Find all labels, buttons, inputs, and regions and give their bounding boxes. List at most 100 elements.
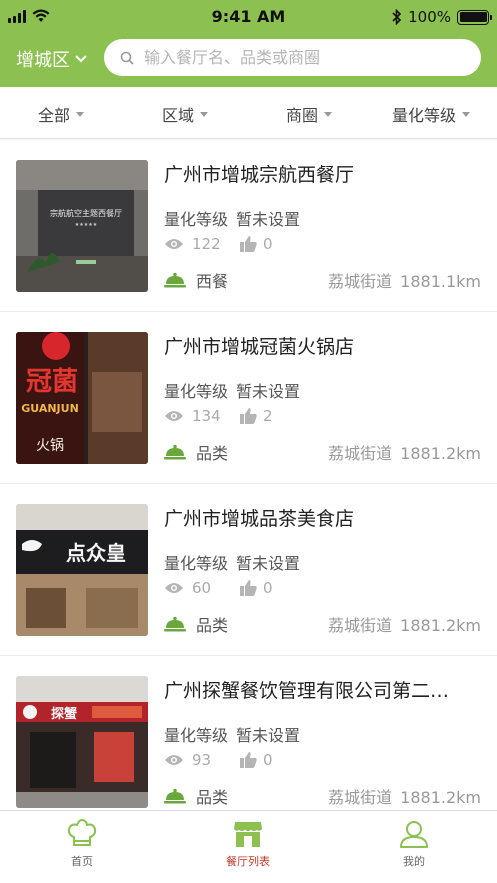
category-label: 品类 [196, 444, 229, 463]
restaurant-name: 广州市增城宗航西餐厅 [164, 164, 355, 186]
grade-value: 暂未设置 [236, 210, 301, 229]
restaurant-photo: 点众皇 [16, 504, 148, 636]
status-bar: 9:41 AM 100% [0, 0, 497, 34]
eye-icon [165, 755, 183, 765]
restaurant-name: 广州市增城冠菌火锅店 [164, 336, 355, 358]
filter-all[interactable]: 全部 [38, 102, 85, 126]
stats-row: 60 0 [164, 579, 273, 597]
filter-label: 区域 [162, 106, 195, 125]
like-count: 0 [263, 579, 273, 597]
dish-cover-icon [164, 272, 186, 288]
search-icon [120, 51, 134, 65]
like-count: 2 [263, 407, 273, 425]
status-right: 100% [392, 8, 492, 26]
tab-label: 首页 [71, 855, 93, 868]
location-row: 荔城街道 1881.2km [328, 612, 481, 636]
tab-bar: 首页 餐厅列表 我的 [0, 810, 497, 883]
filter-label: 全部 [38, 106, 71, 125]
photo-sign-text: 探蟹 [51, 706, 77, 722]
dish-cover-icon [164, 444, 186, 460]
category-row: 西餐 [164, 268, 228, 292]
dish-cover-icon [164, 788, 186, 804]
storefront-icon [234, 822, 262, 847]
tab-profile[interactable]: 我的 [354, 819, 474, 869]
tab-label: 餐厅列表 [226, 855, 270, 868]
category-row: 品类 [164, 612, 228, 636]
battery-icon [457, 9, 492, 25]
chef-hat-icon [67, 819, 97, 846]
caret-down-icon [76, 111, 85, 117]
photo-sign-text: 冠菌 [26, 367, 78, 397]
battery-percent: 100% [408, 8, 451, 26]
stats-row: 122 0 [164, 235, 273, 253]
list-item[interactable]: 点众皇 广州市增城品茶美食店 量化等级 暂未设置 60 0 品类 荔城街道 1881… [0, 484, 497, 656]
tab-label: 我的 [403, 855, 425, 868]
category-row: 品类 [164, 440, 228, 464]
grade-value: 暂未设置 [236, 554, 301, 573]
filter-bar: 全部 区域 商圈 量化等级 [0, 87, 497, 139]
grade-row: 量化等级 暂未设置 [164, 550, 300, 574]
grade-row: 量化等级 暂未设置 [164, 378, 300, 402]
view-count: 134 [192, 407, 221, 425]
thumbs-up-icon [240, 580, 257, 596]
photo-sign-text: 点众皇 [66, 541, 126, 565]
bluetooth-icon [392, 9, 402, 25]
list-item[interactable]: 宗航航空主题西餐厅 ★★★★★ 广州市增城宗航西餐厅 量化等级 暂未设置 122 … [0, 140, 497, 312]
location-row: 荔城街道 1881.2km [328, 440, 481, 464]
search-input[interactable] [144, 48, 464, 67]
tab-restaurant-list[interactable]: 餐厅列表 [188, 819, 308, 869]
category-label: 品类 [196, 788, 229, 807]
restaurant-photo: 宗航航空主题西餐厅 ★★★★★ [16, 160, 148, 292]
category-label: 西餐 [196, 272, 229, 291]
list-item[interactable]: 冠菌 GUANJUN 火锅 广州市增城冠菌火锅店 量化等级 暂未设置 134 2 … [0, 312, 497, 484]
stats-row: 134 2 [164, 407, 273, 425]
district-label: 增城区 [16, 50, 70, 71]
street-name: 荔城街道 [328, 616, 393, 635]
eye-icon [165, 411, 183, 421]
grade-value: 暂未设置 [236, 382, 301, 401]
grade-label: 量化等级 [164, 382, 229, 401]
street-name: 荔城街道 [328, 788, 393, 807]
filter-area[interactable]: 区域 [162, 102, 209, 126]
eye-icon [165, 583, 183, 593]
like-count: 0 [263, 235, 273, 253]
svg-text:★★★★★: ★★★★★ [75, 222, 98, 228]
filter-label: 商圈 [286, 106, 319, 125]
thumbs-up-icon [240, 408, 257, 424]
filter-grade[interactable]: 量化等级 [392, 102, 471, 126]
thumbs-up-icon [240, 752, 257, 768]
distance: 1881.2km [400, 616, 481, 635]
filter-label: 量化等级 [392, 106, 457, 125]
grade-row: 量化等级 暂未设置 [164, 722, 300, 746]
distance: 1881.1km [400, 272, 481, 291]
restaurant-name: 广州市增城品茶美食店 [164, 508, 355, 530]
district-selector[interactable]: 增城区 [16, 46, 88, 72]
grade-value: 暂未设置 [236, 726, 301, 745]
eye-icon [165, 239, 183, 249]
photo-sign-text: 宗航航空主题西餐厅 [50, 208, 122, 218]
search-box[interactable] [104, 39, 481, 76]
like-count: 0 [263, 751, 273, 769]
street-name: 荔城街道 [328, 444, 393, 463]
grade-label: 量化等级 [164, 726, 229, 745]
restaurant-photo: 探蟹 [16, 676, 148, 808]
view-count: 93 [192, 751, 212, 769]
user-icon [400, 821, 428, 848]
chevron-down-icon [75, 55, 87, 63]
tab-home[interactable]: 首页 [22, 819, 142, 869]
category-row: 品类 [164, 784, 228, 808]
thumbs-up-icon [240, 236, 257, 252]
distance: 1881.2km [400, 788, 481, 807]
filter-business-circle[interactable]: 商圈 [286, 102, 333, 126]
grade-row: 量化等级 暂未设置 [164, 206, 300, 230]
restaurant-photo: 冠菌 GUANJUN 火锅 [16, 332, 148, 464]
grade-label: 量化等级 [164, 554, 229, 573]
category-label: 品类 [196, 616, 229, 635]
view-count: 122 [192, 235, 221, 253]
svg-text:火锅: 火锅 [36, 438, 64, 454]
restaurant-name: 广州探蟹餐饮管理有限公司第二… [164, 680, 450, 702]
list-item[interactable]: 探蟹 广州探蟹餐饮管理有限公司第二… 量化等级 暂未设置 93 0 品类 荔城街道… [0, 656, 497, 828]
caret-down-icon [324, 111, 333, 117]
location-row: 荔城街道 1881.2km [328, 784, 481, 808]
app-header: 9:41 AM 100% 增城区 [0, 0, 497, 87]
